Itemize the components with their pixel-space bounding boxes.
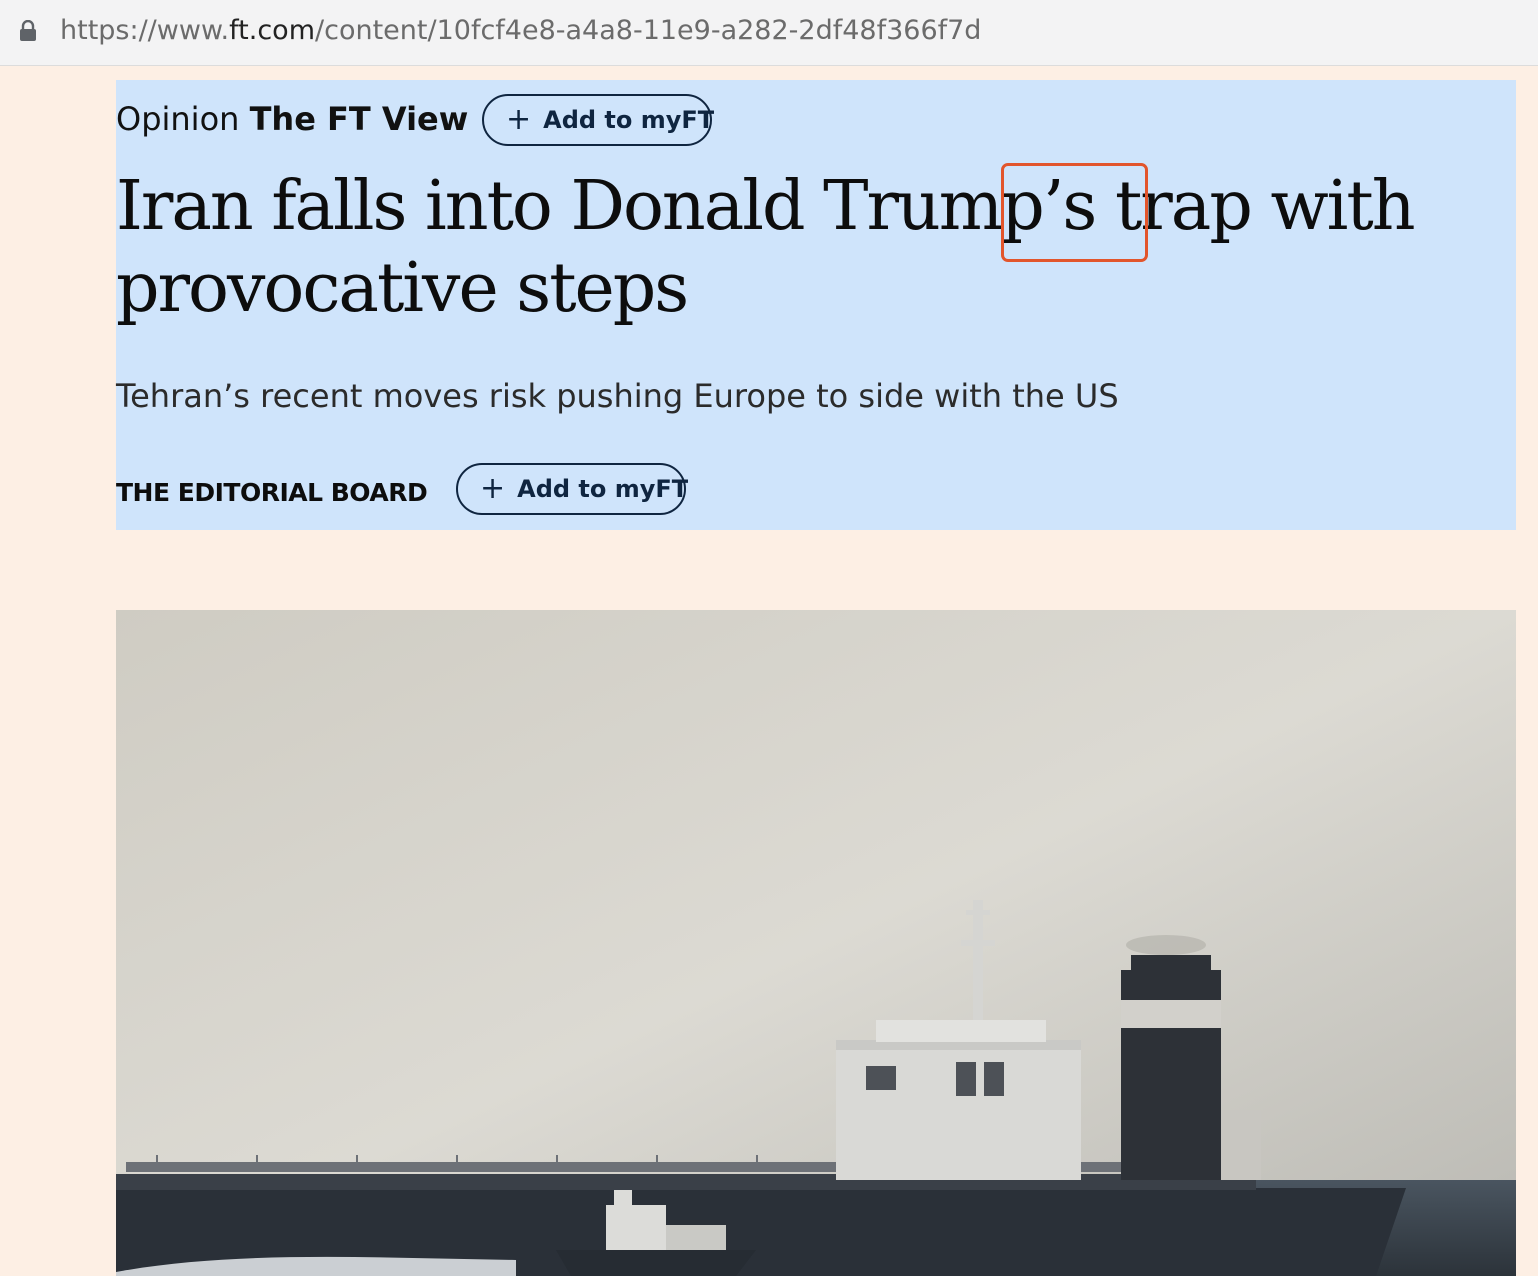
article-headline: Iran falls into Donald Trump’s trap with… <box>116 166 1416 330</box>
article-standfirst: Tehran’s recent moves risk pushing Europ… <box>116 377 1119 415</box>
kicker-series-link[interactable]: The FT View <box>250 100 469 138</box>
follow-author-button[interactable]: + Add to myFT <box>456 463 689 515</box>
tanker-ship-photo <box>116 610 1516 1276</box>
add-to-myft-label: Add to myFT <box>543 106 715 134</box>
kicker-section-link[interactable]: Opinion <box>116 100 239 138</box>
plus-icon: + <box>506 102 532 137</box>
url-path: /content/10fcf4e8-a4a8-11e9-a282-2df48f3… <box>315 15 982 46</box>
annotation-highlight-box <box>1001 163 1148 262</box>
browser-address-bar[interactable]: https://www.ft.com/content/10fcf4e8-a4a8… <box>0 0 1538 66</box>
plus-icon: + <box>480 471 506 506</box>
address-url[interactable]: https://www.ft.com/content/10fcf4e8-a4a8… <box>60 14 981 48</box>
lock-icon <box>20 20 36 41</box>
article-kicker: Opinion The FT View <box>116 98 468 140</box>
url-host: ft.com <box>229 15 316 46</box>
kicker-series-label: The FT View <box>249 100 469 138</box>
byline-author-link[interactable]: THE EDITORIAL BOARD <box>116 476 428 510</box>
url-scheme: https://www. <box>60 15 230 46</box>
add-to-myft-button[interactable]: + Add to myFT <box>482 94 715 146</box>
article-hero-image <box>116 610 1516 1276</box>
headline-text-before: Iran falls into Donald Trump’s <box>116 167 1115 246</box>
follow-author-label: Add to myFT <box>517 475 689 503</box>
